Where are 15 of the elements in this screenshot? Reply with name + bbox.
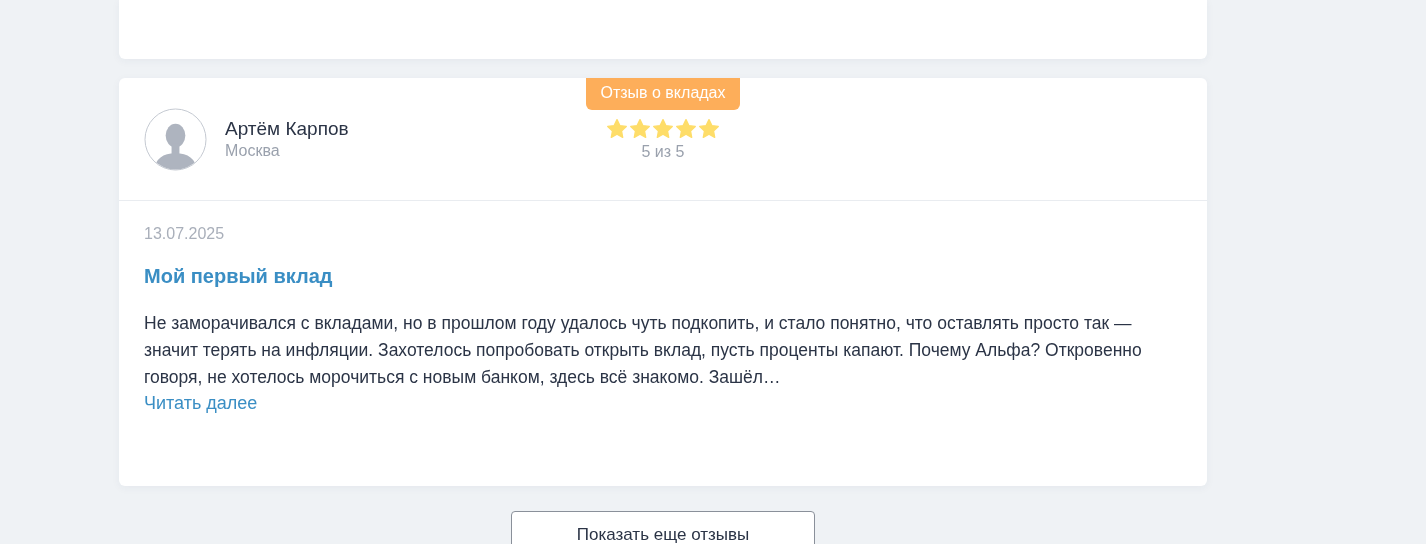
avatar-icon [144,107,207,171]
show-more-button[interactable]: Показать еще отзывы [511,511,815,544]
rating-text: 5 из 5 [641,143,685,161]
star-icon [652,118,674,140]
author-city: Москва [225,142,281,160]
category-badge: Отзыв о вкладах [586,78,740,110]
read-more-link[interactable]: Читать далее [144,393,258,414]
review-date: 13.07.2025 [144,225,225,243]
review-title[interactable]: Мой первый вклад [144,265,333,288]
star-icon [698,118,720,140]
review-text: Не заморачивался с вкладами, но в прошлом году удалось чуть подкопить, и стало понятно, что оставлять просто так — значит терять на инфляции. Захотелось попробовать открыть вклад, пусть проценты капают. Почему Альфа? Откровенно говоря, не хотелось морочиться с новым банком, здесь всё знакомо. Зашёл… [144,312,1143,389]
star-icon [629,118,651,140]
star-icon [606,118,628,140]
author-name: Артём Карпов [225,118,349,140]
star-icon [675,118,697,140]
